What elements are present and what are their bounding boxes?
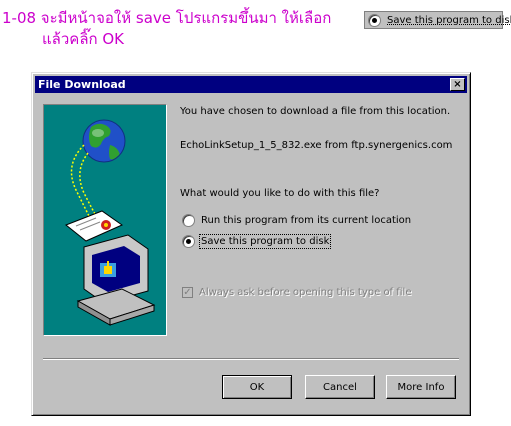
title-bar: File Download × xyxy=(35,76,467,93)
radio-selected-icon[interactable] xyxy=(182,235,195,248)
globe-icon xyxy=(82,119,126,163)
ok-button-label: OK xyxy=(249,381,265,393)
checkmark-icon: ✓ xyxy=(182,287,193,298)
radio-selected-icon xyxy=(368,13,381,27)
computer-icon xyxy=(76,234,156,326)
run-program-label: Run this program from its current locati… xyxy=(201,215,412,226)
file-name-text: EchoLinkSetup_1_5_832.exe from ftp.syner… xyxy=(180,140,453,151)
download-message: You have chosen to download a file from … xyxy=(180,106,451,117)
close-icon: × xyxy=(453,79,462,90)
ok-button[interactable]: OK xyxy=(222,375,292,399)
sample-save-option-label: Save this program to disk xyxy=(387,14,511,26)
file-download-dialog: File Download × You have chosen to downl… xyxy=(31,72,471,416)
dialog-title: File Download xyxy=(38,78,126,91)
save-program-label: Save this program to disk xyxy=(198,234,332,249)
always-ask-label: Always ask before opening this type of f… xyxy=(199,287,412,298)
sample-save-option: Save this program to disk xyxy=(364,11,511,29)
radio-unselected-icon[interactable] xyxy=(182,214,195,227)
instruction-caption: 1-08 จะมีหน้าจอให้ save โปรแกรมขึ้นมา ให… xyxy=(2,8,352,50)
caption-line-1: 1-08 จะมีหน้าจอให้ save โปรแกรมขึ้นมา ให… xyxy=(2,9,332,27)
close-button[interactable]: × xyxy=(450,78,465,91)
caption-line-2: แล้วคลิ๊ก OK xyxy=(42,30,125,48)
more-info-button-label: More Info xyxy=(397,381,445,393)
download-illustration xyxy=(43,104,167,336)
cancel-button-label: Cancel xyxy=(323,381,357,393)
question-text: What would you like to do with this file… xyxy=(180,188,380,199)
more-info-button[interactable]: More Info xyxy=(386,375,456,399)
certificate-icon xyxy=(65,210,124,242)
always-ask-checkbox: ✓ Always ask before opening this type of… xyxy=(182,287,412,298)
save-program-option[interactable]: Save this program to disk xyxy=(182,234,332,249)
run-program-option[interactable]: Run this program from its current locati… xyxy=(182,214,411,227)
divider xyxy=(43,358,459,360)
cancel-button[interactable]: Cancel xyxy=(305,375,375,399)
